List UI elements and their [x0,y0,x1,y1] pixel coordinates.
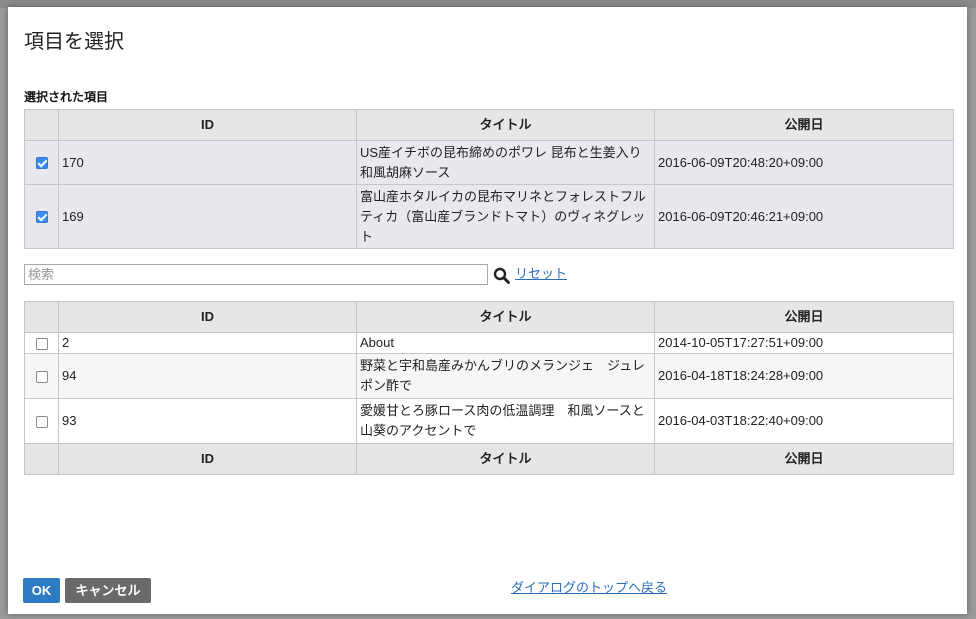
selected-row-title: 富山産ホタルイカの昆布マリネとフォレストフルティカ（富山産ブランドトマト）のヴィ… [356,184,655,249]
result-row-title: 野菜と宇和島産みかんブリのメランジェ ジュレポン酢で [356,353,655,399]
header-check [24,301,59,333]
search-row: リセット [24,264,584,286]
result-row-check-cell [24,332,59,354]
result-row-id: 2 [58,332,357,354]
footer-id[interactable]: ID [58,443,357,475]
selected-table-header: ID タイトル 公開日 [24,109,954,141]
search-icon[interactable] [493,267,511,285]
result-checkbox[interactable] [35,415,48,428]
selected-items-table: ID タイトル 公開日 170 US産イチボの昆布締めのポワレ 昆布と生姜入り和… [24,109,954,249]
selected-row-id: 170 [58,140,357,185]
reset-link[interactable]: リセット [515,265,567,283]
result-checkbox[interactable] [35,370,48,383]
cancel-button[interactable]: キャンセル [65,578,151,603]
selected-row[interactable]: 170 US産イチボの昆布締めのポワレ 昆布と生姜入り和風胡麻ソース 2016-… [24,140,954,185]
result-checkbox[interactable] [35,337,48,350]
header-id[interactable]: ID [58,109,357,141]
result-row-id: 94 [58,353,357,399]
result-row-date: 2016-04-03T18:22:40+09:00 [654,398,954,444]
dialog-title: 項目を選択 [24,31,124,53]
selected-checkbox[interactable] [35,157,48,170]
selected-row-title: US産イチボの昆布締めのポワレ 昆布と生姜入り和風胡麻ソース [356,140,655,185]
results-table-footer: ID タイトル 公開日 [24,443,954,475]
header-id[interactable]: ID [58,301,357,333]
result-row-title: About [356,332,655,354]
selected-row-id: 169 [58,184,357,249]
result-row-date: 2016-04-18T18:24:28+09:00 [654,353,954,399]
selected-row-date: 2016-06-09T20:46:21+09:00 [654,184,954,249]
result-row[interactable]: 93 愛媛甘とろ豚ロース肉の低温調理 和風ソースと山葵のアクセントで 2016-… [24,398,954,444]
result-row-date: 2014-10-05T17:27:51+09:00 [654,332,954,354]
selected-checkbox[interactable] [35,211,48,224]
selected-items-label: 選択された項目 [24,90,109,104]
select-items-dialog: 項目を選択 選択された項目 ID タイトル 公開日 170 US産イチボの昆布締… [8,7,967,614]
results-table: ID タイトル 公開日 2 About 2014-10-05T17:27:51+… [24,301,954,475]
ok-button[interactable]: OK [23,578,60,603]
result-row-check-cell [24,353,59,399]
selected-row-check-cell [24,184,59,249]
footer-check [24,443,59,475]
search-input[interactable] [24,264,488,285]
result-row[interactable]: 94 野菜と宇和島産みかんブリのメランジェ ジュレポン酢で 2016-04-18… [24,353,954,399]
header-check [24,109,59,141]
result-row-id: 93 [58,398,357,444]
header-title[interactable]: タイトル [356,109,655,141]
selected-row-date: 2016-06-09T20:48:20+09:00 [654,140,954,185]
footer-date[interactable]: 公開日 [654,443,954,475]
header-date[interactable]: 公開日 [654,301,954,333]
selected-row-check-cell [24,140,59,185]
result-row-check-cell [24,398,59,444]
selected-row[interactable]: 169 富山産ホタルイカの昆布マリネとフォレストフルティカ（富山産ブランドトマト… [24,184,954,249]
result-row[interactable]: 2 About 2014-10-05T17:27:51+09:00 [24,332,954,354]
header-date[interactable]: 公開日 [654,109,954,141]
footer-title[interactable]: タイトル [356,443,655,475]
result-row-title: 愛媛甘とろ豚ロース肉の低温調理 和風ソースと山葵のアクセントで [356,398,655,444]
header-title[interactable]: タイトル [356,301,655,333]
results-table-header: ID タイトル 公開日 [24,301,954,333]
back-to-top-link[interactable]: ダイアログのトップへ戻る [511,579,667,597]
